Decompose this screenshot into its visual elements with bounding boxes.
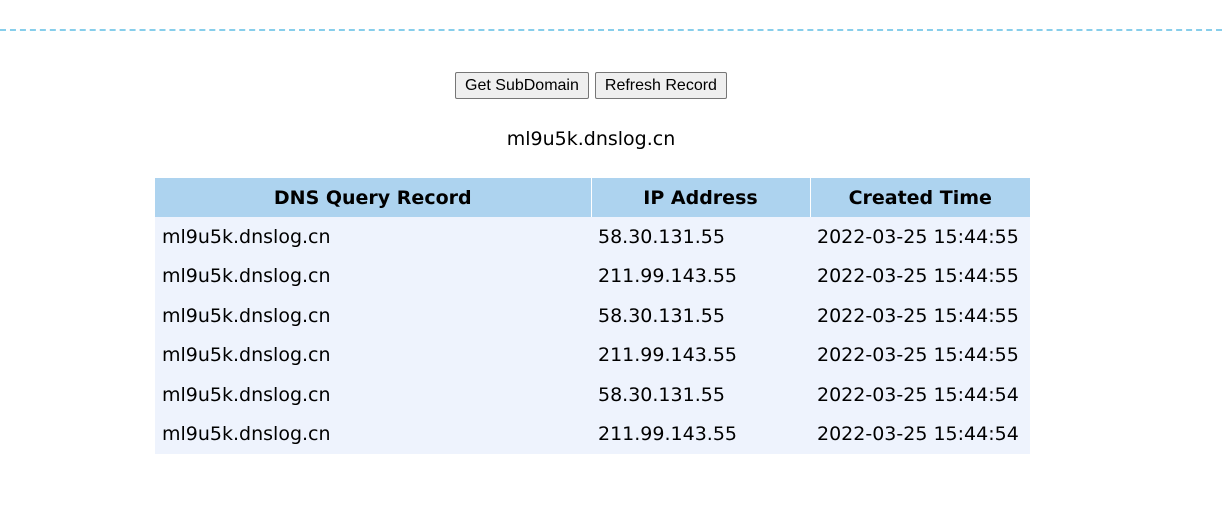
table-row: ml9u5k.dnslog.cn 58.30.131.55 2022-03-25… xyxy=(155,217,1030,257)
ip-address-cell: 211.99.143.55 xyxy=(591,256,810,296)
created-time-cell: 2022-03-25 15:44:54 xyxy=(810,375,1030,415)
ip-address-cell: 58.30.131.55 xyxy=(591,296,810,336)
table-header-row: DNS Query Record IP Address Created Time xyxy=(155,178,1030,217)
dns-query-cell: ml9u5k.dnslog.cn xyxy=(155,414,591,454)
dns-query-cell: ml9u5k.dnslog.cn xyxy=(155,217,591,257)
created-time-cell: 2022-03-25 15:44:54 xyxy=(810,414,1030,454)
ip-address-cell: 211.99.143.55 xyxy=(591,414,810,454)
ip-address-cell: 58.30.131.55 xyxy=(591,217,810,257)
dashed-divider xyxy=(0,29,1222,31)
created-time-cell: 2022-03-25 15:44:55 xyxy=(810,335,1030,375)
ip-address-cell: 58.30.131.55 xyxy=(591,375,810,415)
dns-query-cell: ml9u5k.dnslog.cn xyxy=(155,256,591,296)
dns-query-cell: ml9u5k.dnslog.cn xyxy=(155,296,591,336)
column-header-created-time: Created Time xyxy=(810,178,1030,217)
table-row: ml9u5k.dnslog.cn 211.99.143.55 2022-03-2… xyxy=(155,335,1030,375)
subdomain-display: ml9u5k.dnslog.cn xyxy=(506,128,676,150)
table-row: ml9u5k.dnslog.cn 58.30.131.55 2022-03-25… xyxy=(155,375,1030,415)
column-header-dns-query-record: DNS Query Record xyxy=(155,178,592,217)
created-time-cell: 2022-03-25 15:44:55 xyxy=(810,296,1030,336)
table-row: ml9u5k.dnslog.cn 58.30.131.55 2022-03-25… xyxy=(155,296,1030,336)
ip-address-cell: 211.99.143.55 xyxy=(591,335,810,375)
refresh-record-button[interactable]: Refresh Record xyxy=(594,72,727,99)
dns-records-table: DNS Query Record IP Address Created Time… xyxy=(155,178,1030,454)
dns-query-cell: ml9u5k.dnslog.cn xyxy=(155,375,591,415)
column-header-ip-address: IP Address xyxy=(591,178,811,217)
created-time-cell: 2022-03-25 15:44:55 xyxy=(810,217,1030,257)
dns-query-cell: ml9u5k.dnslog.cn xyxy=(155,335,591,375)
toolbar: Get SubDomain Refresh Record xyxy=(0,72,1182,99)
get-subdomain-button[interactable]: Get SubDomain xyxy=(455,72,589,99)
table-row: ml9u5k.dnslog.cn 211.99.143.55 2022-03-2… xyxy=(155,256,1030,296)
created-time-cell: 2022-03-25 15:44:55 xyxy=(810,256,1030,296)
table-row: ml9u5k.dnslog.cn 211.99.143.55 2022-03-2… xyxy=(155,414,1030,454)
